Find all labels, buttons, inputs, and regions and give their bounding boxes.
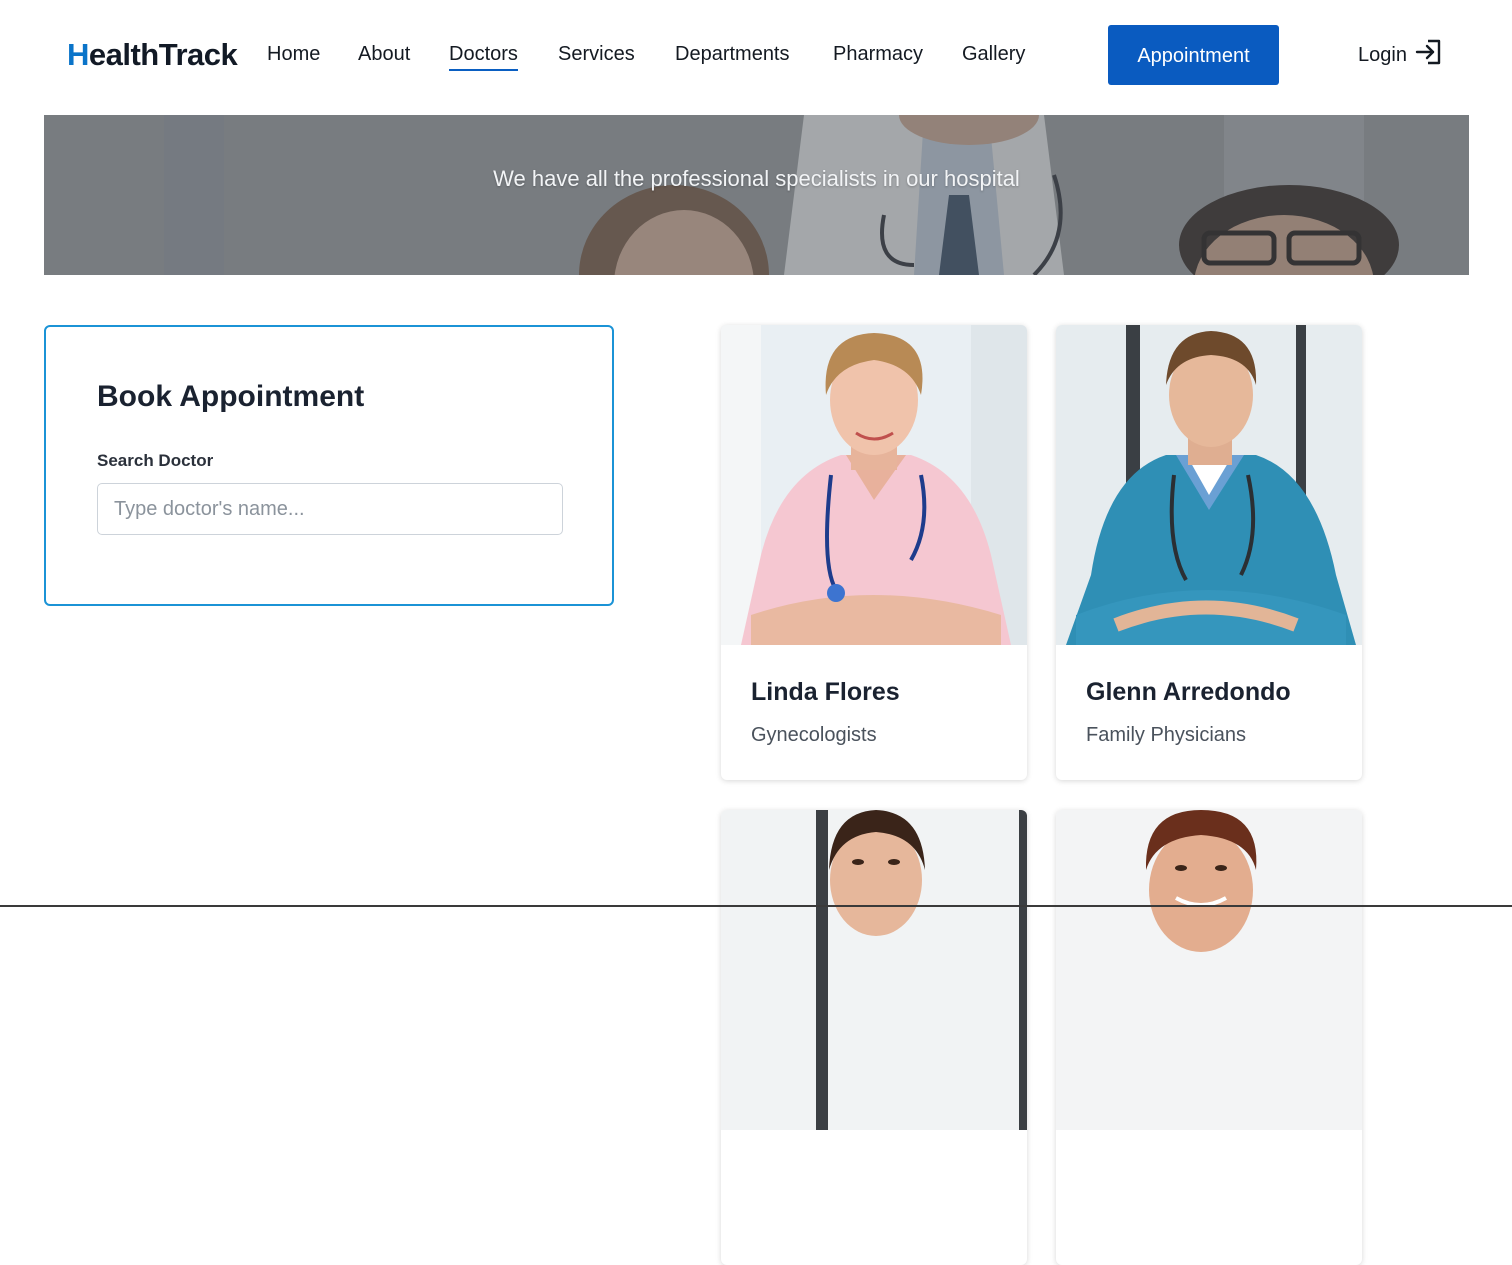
doctor-photo — [721, 325, 1027, 645]
book-appointment-title: Book Appointment — [97, 380, 365, 413]
nav-doctors[interactable]: Doctors — [449, 41, 518, 71]
nav-services[interactable]: Services — [558, 41, 635, 67]
login-link[interactable]: Login — [1358, 39, 1443, 72]
doctor-card[interactable] — [1056, 810, 1362, 1265]
book-appointment-card: Book Appointment Search Doctor — [44, 325, 614, 606]
hero-photo — [44, 115, 1469, 275]
nav-home[interactable]: Home — [267, 41, 320, 67]
doctor-photo — [1056, 325, 1362, 645]
logo-text: ealthTrack — [88, 37, 238, 72]
nav-about[interactable]: About — [358, 41, 410, 67]
doctor-photo — [1056, 810, 1362, 1130]
doctor-photo — [721, 810, 1027, 1130]
doctor-card[interactable] — [721, 810, 1027, 1265]
doctor-card[interactable]: Linda Flores Gynecologists — [721, 325, 1027, 780]
doctor-specialty: Gynecologists — [751, 724, 877, 746]
doctor-name: Linda Flores — [751, 678, 900, 706]
nav-gallery[interactable]: Gallery — [962, 41, 1025, 67]
logo-initial: H — [67, 37, 89, 72]
nav-pharmacy[interactable]: Pharmacy — [833, 41, 923, 67]
doctor-specialty: Family Physicians — [1086, 724, 1247, 746]
search-doctor-input[interactable] — [97, 483, 563, 535]
site-logo[interactable]: HealthTrack — [67, 36, 238, 74]
hero-banner: We have all the professional specialists… — [44, 115, 1469, 275]
appointment-button[interactable]: Appointment — [1108, 25, 1279, 85]
search-doctor-label: Search Doctor — [97, 451, 214, 470]
doctor-card[interactable]: Glenn Arredondo Family Physicians — [1056, 325, 1362, 780]
login-label: Login — [1358, 44, 1407, 66]
hero-tagline: We have all the professional specialists… — [493, 166, 1020, 191]
nav-departments[interactable]: Departments — [675, 41, 790, 67]
login-arrow-icon — [1415, 39, 1443, 72]
site-header: HealthTrack Home About Doctors Services … — [0, 0, 1512, 112]
doctor-name: Glenn Arredondo — [1086, 678, 1291, 706]
